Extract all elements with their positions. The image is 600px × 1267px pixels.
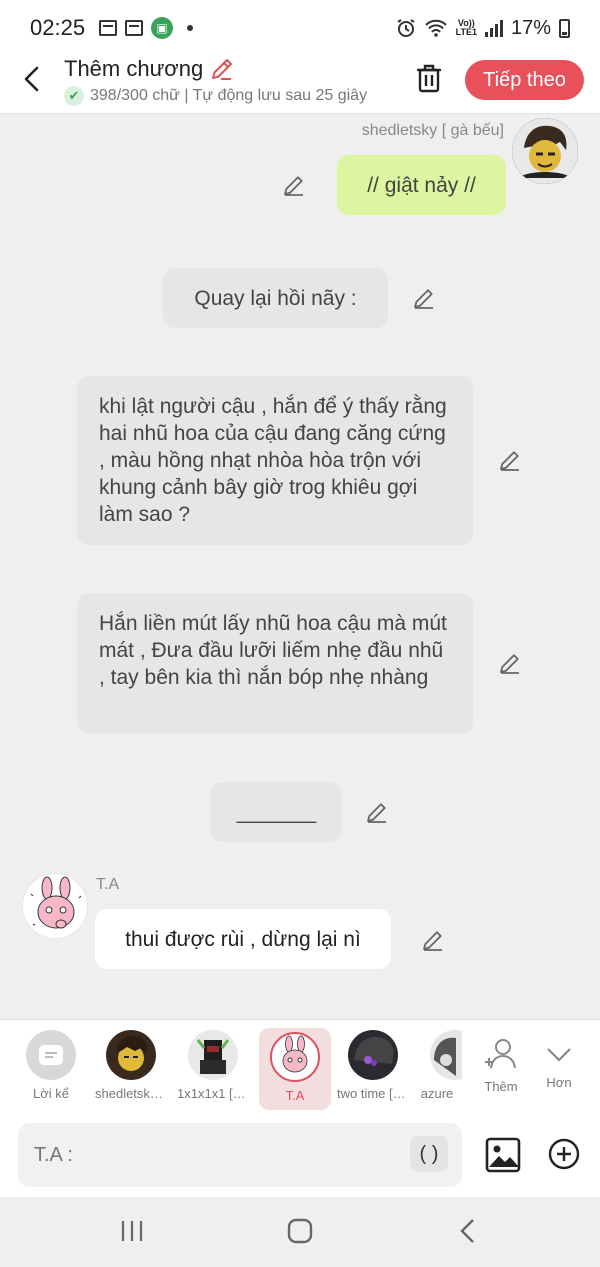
message-text: khi lật người cậu , hắn để ý thấy rằng h… bbox=[99, 395, 447, 526]
more-button[interactable]: Hơn bbox=[523, 1028, 595, 1090]
character-avatar bbox=[348, 1030, 398, 1080]
back-arrow-icon[interactable] bbox=[18, 64, 48, 94]
status-time: 02:25 bbox=[30, 15, 86, 40]
character-label: two time [ ... ] bbox=[337, 1086, 409, 1101]
character-label: azure bbox=[420, 1086, 454, 1101]
character-label: T.A bbox=[285, 1088, 305, 1103]
message-text: // giật nảy // bbox=[367, 173, 476, 197]
message-bubble-narration[interactable]: khi lật người cậu , hắn để ý thấy rằng h… bbox=[77, 376, 473, 545]
home-icon[interactable] bbox=[286, 1217, 314, 1245]
calendar-icon bbox=[99, 20, 118, 36]
message-input[interactable] bbox=[18, 1123, 462, 1187]
character-label: shedletsky [ gà bếu] bbox=[95, 1086, 167, 1101]
message-bubble-narration[interactable]: ________ bbox=[210, 782, 341, 842]
speaker-name: T.A bbox=[96, 876, 120, 893]
character-narrator[interactable]: Lời kể bbox=[15, 1028, 87, 1101]
message-text: thui được rùi , dừng lại nì bbox=[125, 927, 361, 951]
subtitle-text: 398/300 chữ | Tự động lưu sau 25 giây bbox=[90, 87, 368, 104]
character-avatar bbox=[270, 1032, 320, 1082]
character-label: 1x1x1x1 [ ... ] bbox=[177, 1086, 249, 1101]
character-avatar bbox=[188, 1030, 238, 1080]
avatar-ta[interactable] bbox=[22, 873, 88, 939]
edit-pencil-icon[interactable] bbox=[498, 448, 522, 472]
edit-pencil-icon[interactable] bbox=[412, 286, 436, 310]
chat-area: shedletsky [ gà bếu] // giật nảy // Quay… bbox=[0, 114, 600, 1019]
character-avatar bbox=[430, 1030, 462, 1080]
avatar-shedletsky[interactable] bbox=[512, 118, 578, 184]
parentheses-button[interactable]: ( ) bbox=[410, 1136, 448, 1172]
edit-title-pencil-icon[interactable] bbox=[209, 56, 235, 82]
system-navigation-bar bbox=[0, 1197, 600, 1267]
lte-indicator: Vo)) LTE1 bbox=[455, 18, 477, 37]
editor-header: Thêm chương ✔ 398/300 chữ | Tự động lưu … bbox=[0, 56, 600, 114]
system-back-icon[interactable] bbox=[456, 1217, 480, 1245]
page-title: Thêm chương bbox=[64, 56, 235, 82]
battery-percent: 17% bbox=[510, 16, 551, 39]
character-label: Lời kể bbox=[33, 1086, 69, 1101]
calendar-icon bbox=[125, 20, 144, 36]
add-person-icon bbox=[485, 1039, 516, 1069]
add-circle-icon[interactable] bbox=[548, 1138, 580, 1170]
more-label: Hơn bbox=[546, 1075, 572, 1090]
message-bubble-narration[interactable]: Hắn liền mút lấy nhũ hoa cậu mà mút mát … bbox=[77, 593, 473, 734]
more-notifications-icon bbox=[187, 25, 194, 31]
edit-pencil-icon[interactable] bbox=[498, 651, 522, 675]
next-button[interactable]: Tiếp theo bbox=[465, 60, 584, 100]
message-bubble-narration[interactable]: Quay lại hồi nãy : bbox=[163, 268, 388, 328]
chevron-down-icon bbox=[547, 1048, 571, 1062]
speaker-name: shedletsky [ gà bếu] bbox=[361, 122, 504, 139]
character-selector: Lời kể shedletsky [ gà bếu] 1x1x1x1 [ ..… bbox=[0, 1019, 600, 1115]
message-text: Quay lại hồi nãy : bbox=[194, 286, 357, 310]
character-ta-selected[interactable]: T.A bbox=[259, 1028, 331, 1110]
signal-icon bbox=[484, 19, 503, 37]
composer: ( ) bbox=[0, 1115, 600, 1197]
character-1x1x1x1[interactable]: 1x1x1x1 [ ... ] bbox=[177, 1028, 249, 1101]
message-text: ________ bbox=[236, 800, 316, 824]
edit-pencil-icon[interactable] bbox=[365, 800, 389, 824]
title-text: Thêm chương bbox=[64, 56, 204, 81]
app-notification-icon: ▣ bbox=[151, 17, 174, 39]
message-text: Hắn liền mút lấy nhũ hoa cậu mà mút mát … bbox=[99, 612, 447, 689]
check-icon: ✔ bbox=[64, 86, 84, 106]
status-bar: 02:25 ▣ Vo)) LTE1 17% bbox=[0, 0, 600, 56]
narration-icon bbox=[26, 1030, 76, 1080]
edit-pencil-icon[interactable] bbox=[421, 928, 445, 952]
trash-icon[interactable] bbox=[414, 62, 444, 94]
recent-apps-icon[interactable] bbox=[120, 1219, 144, 1243]
character-two-time[interactable]: two time [ ... ] bbox=[337, 1028, 409, 1101]
character-avatar bbox=[106, 1030, 156, 1080]
wifi-icon bbox=[424, 19, 447, 37]
edit-pencil-icon[interactable] bbox=[282, 173, 306, 197]
alarm-icon bbox=[397, 19, 415, 37]
character-shedletsky[interactable]: shedletsky [ gà bếu] bbox=[95, 1028, 167, 1101]
character-azure[interactable]: azure bbox=[412, 1028, 462, 1101]
message-bubble-user[interactable]: // giật nảy // bbox=[337, 155, 506, 215]
word-count-autosave: ✔ 398/300 chữ | Tự động lưu sau 25 giây bbox=[64, 86, 392, 106]
message-bubble-character[interactable]: thui được rùi , dừng lại nì bbox=[95, 909, 391, 969]
image-icon[interactable] bbox=[485, 1137, 521, 1173]
battery-icon bbox=[559, 18, 570, 38]
